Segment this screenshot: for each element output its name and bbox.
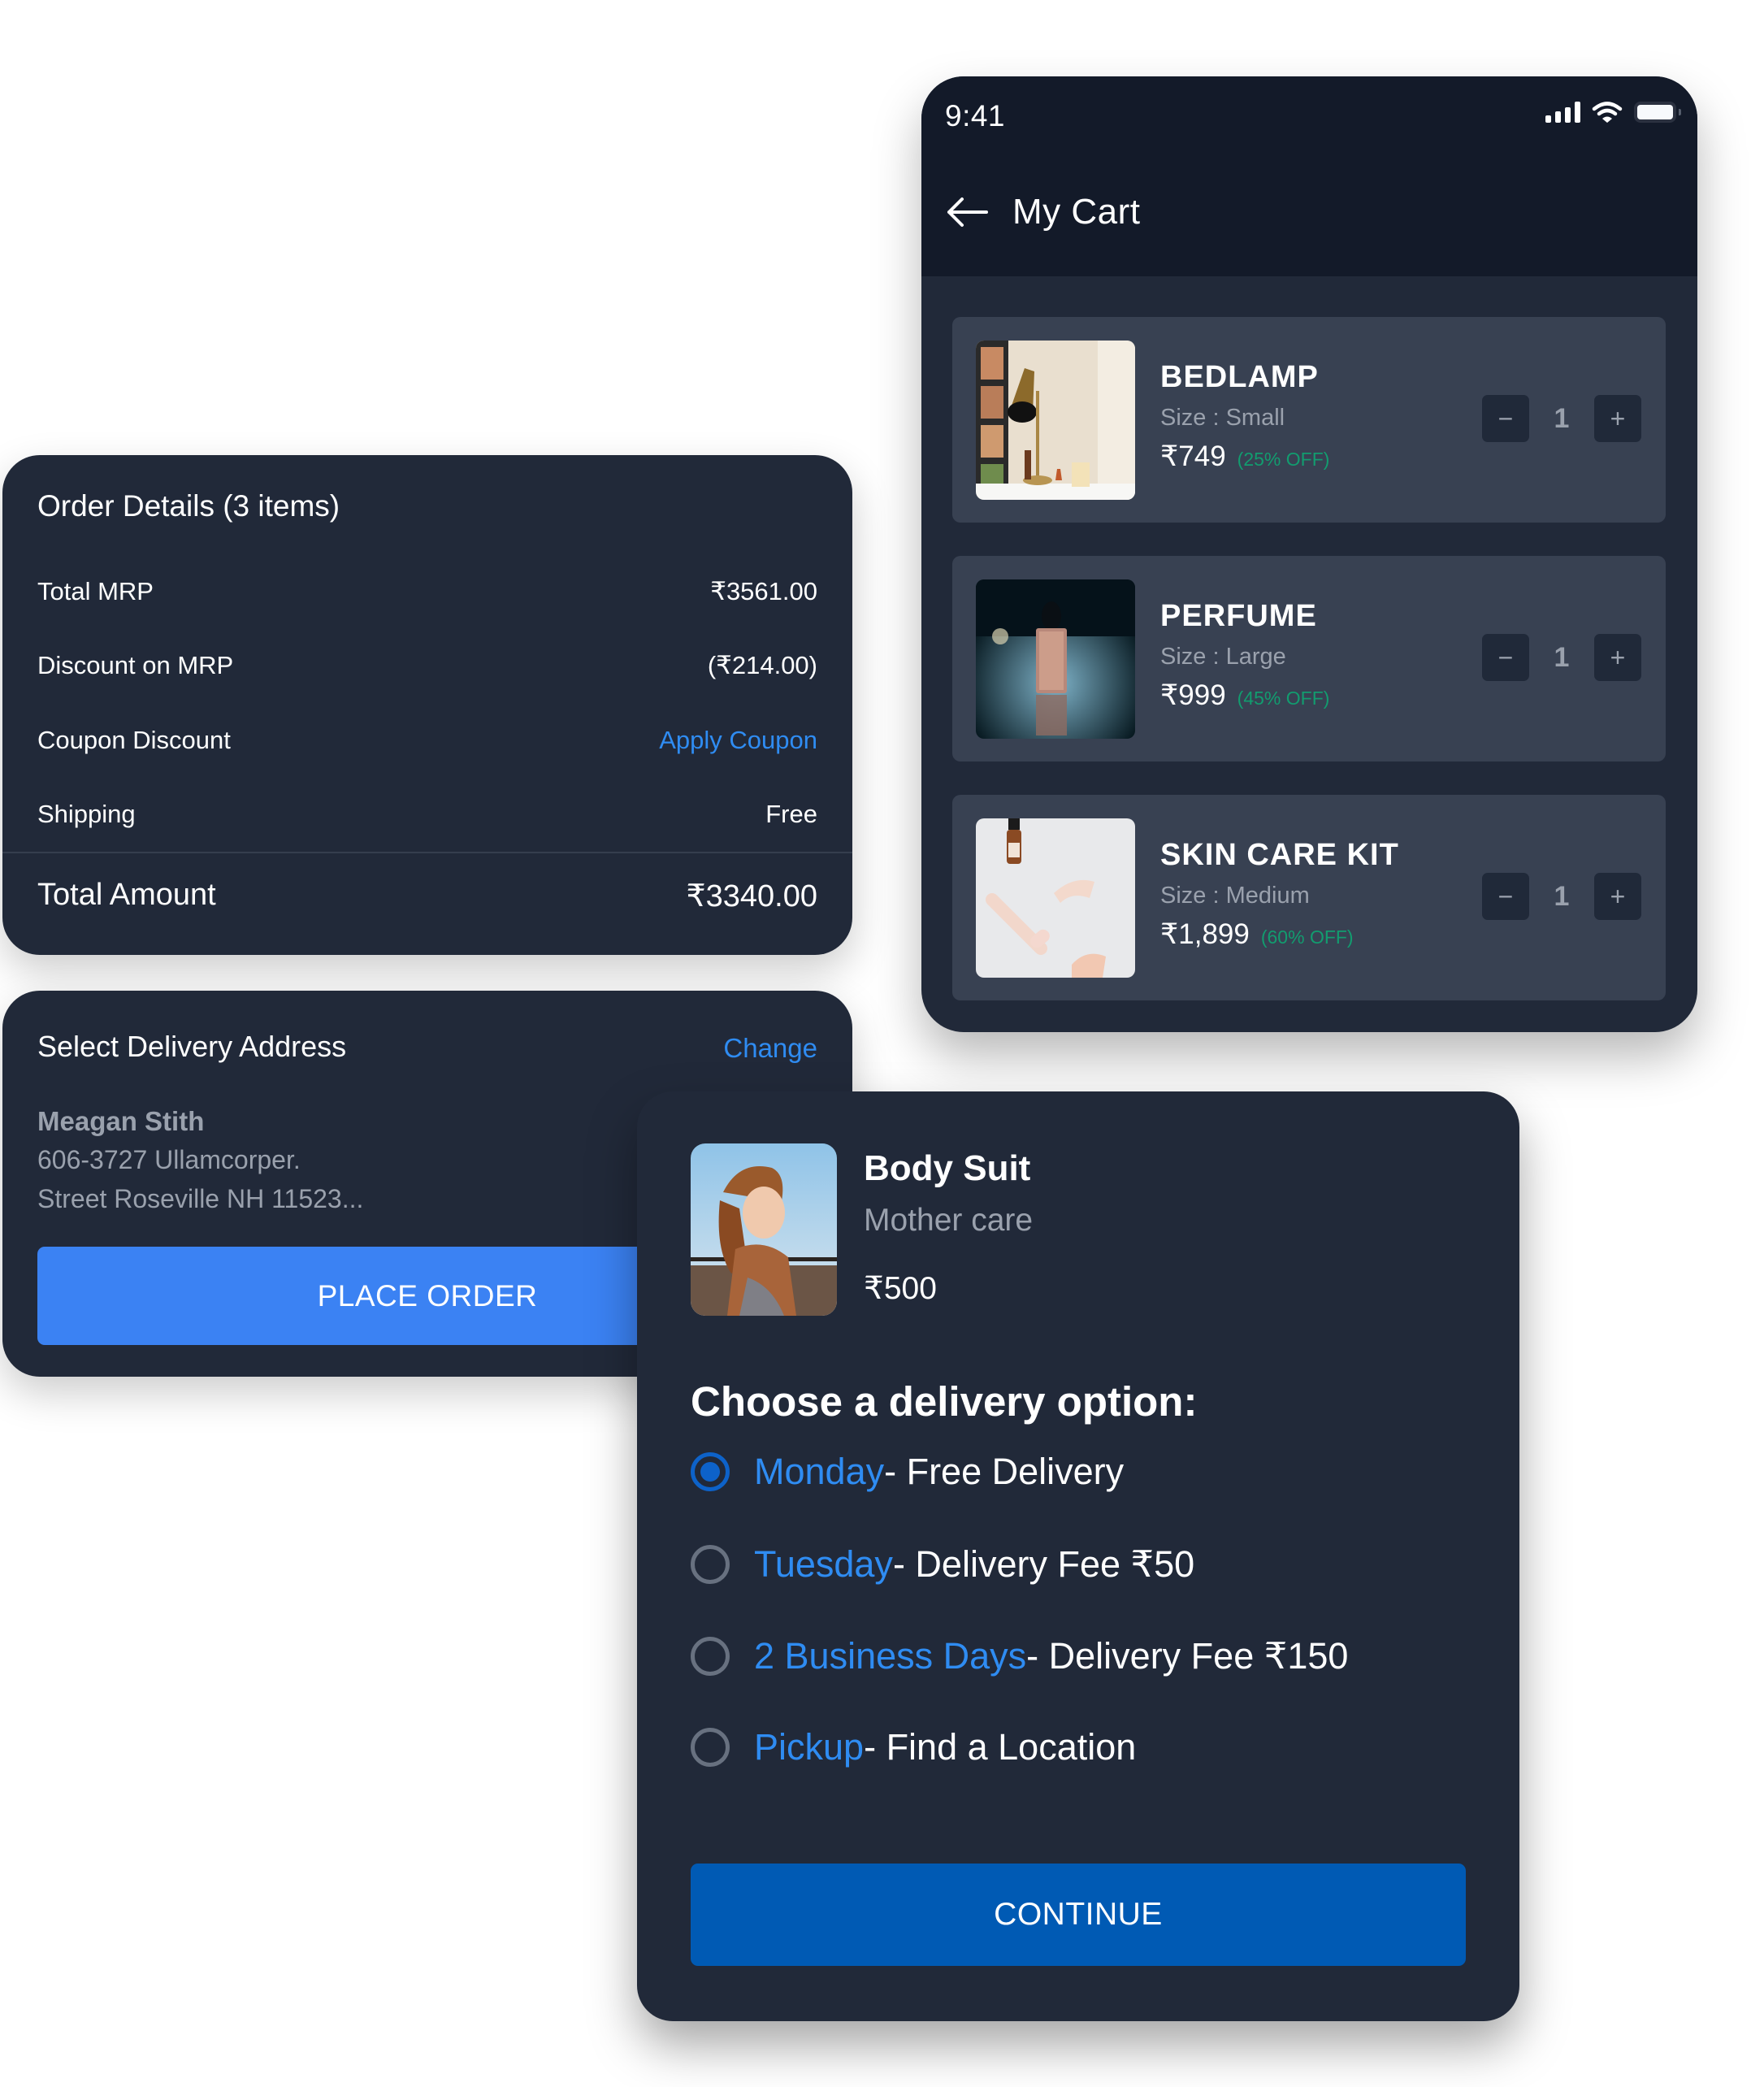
order-row-coupon: Coupon Discount Apply Coupon bbox=[37, 726, 817, 755]
quantity-stepper: − 1 + bbox=[1482, 634, 1641, 681]
row-label: Coupon Discount bbox=[37, 726, 231, 754]
row-value: (₹214.00) bbox=[707, 651, 817, 679]
row-label: Total MRP bbox=[37, 577, 154, 605]
delivery-option-pickup[interactable]: Pickup - Find a Location bbox=[691, 1726, 1136, 1768]
cart-item: SKIN CARE KIT Size : Medium ₹1,899 (60% … bbox=[952, 795, 1666, 1000]
cart-item: PERFUME Size : Large ₹999 (45% OFF) − 1 … bbox=[952, 556, 1666, 761]
option-text: - Free Delivery bbox=[884, 1451, 1125, 1492]
item-size: Size : Medium bbox=[1160, 883, 1310, 909]
wifi-icon bbox=[1592, 102, 1623, 123]
item-discount: (60% OFF) bbox=[1260, 926, 1354, 948]
option-highlight: 2 Business Days bbox=[754, 1634, 1027, 1677]
row-label: Discount on MRP bbox=[37, 651, 234, 679]
row-value: ₹3561.00 bbox=[710, 577, 817, 605]
address-line-2: Street Roseville NH 11523... bbox=[37, 1184, 364, 1213]
product-name: Body Suit bbox=[864, 1148, 1031, 1188]
option-text: - Delivery Fee ₹50 bbox=[892, 1543, 1195, 1585]
item-discount: (45% OFF) bbox=[1237, 688, 1330, 709]
divider bbox=[2, 852, 852, 853]
status-time: 9:41 bbox=[945, 99, 1006, 132]
bedlamp-image bbox=[976, 341, 1135, 500]
item-name: PERFUME bbox=[1160, 599, 1317, 633]
increment-button[interactable]: + bbox=[1594, 395, 1641, 442]
item-price: ₹1,899 bbox=[1160, 918, 1250, 950]
order-details-title: Order Details (3 items) bbox=[37, 489, 340, 523]
item-price: ₹999 bbox=[1160, 679, 1226, 711]
total-value: ₹3340.00 bbox=[686, 879, 817, 913]
order-row-total-mrp: Total MRP ₹3561.00 bbox=[37, 577, 817, 606]
product-price: ₹500 bbox=[864, 1271, 937, 1306]
radio-unselected-icon[interactable] bbox=[691, 1728, 730, 1767]
increment-button[interactable]: + bbox=[1594, 634, 1641, 681]
address-line-1: 606-3727 Ullamcorper. bbox=[37, 1145, 301, 1174]
quantity-value: 1 bbox=[1554, 880, 1570, 912]
radio-unselected-icon[interactable] bbox=[691, 1544, 730, 1584]
page-title: My Cart bbox=[1012, 192, 1141, 232]
quantity-value: 1 bbox=[1554, 402, 1570, 434]
item-name: SKIN CARE KIT bbox=[1160, 838, 1399, 872]
quantity-value: 1 bbox=[1554, 641, 1570, 673]
radio-unselected-icon[interactable] bbox=[691, 1636, 730, 1676]
option-highlight: Tuesday bbox=[754, 1542, 893, 1585]
delivery-option-2-business-days[interactable]: 2 Business Days - Delivery Fee ₹150 bbox=[691, 1634, 1348, 1677]
item-name: BEDLAMP bbox=[1160, 360, 1319, 394]
continue-button[interactable]: CONTINUE bbox=[691, 1864, 1466, 1966]
row-value: Free bbox=[765, 800, 817, 828]
perfume-image bbox=[976, 579, 1135, 739]
delivery-option-tuesday[interactable]: Tuesday - Delivery Fee ₹50 bbox=[691, 1542, 1194, 1586]
battery-icon bbox=[1634, 102, 1681, 123]
cart-screen: 9:41 My Cart BEDLAMP Size: Small ₹749 (… bbox=[921, 76, 1697, 1032]
back-arrow-icon[interactable] bbox=[946, 196, 990, 228]
quantity-stepper: − 1 + bbox=[1482, 873, 1641, 920]
cart-item: BEDLAMP Size : Small ₹749 (25% OFF) − 1 … bbox=[952, 317, 1666, 523]
item-price: ₹749 bbox=[1160, 440, 1226, 472]
delivery-option-monday[interactable]: Monday - Free Delivery bbox=[691, 1451, 1124, 1493]
order-details-card: Order Details (3 items) Total MRP ₹3561.… bbox=[2, 455, 852, 955]
apply-coupon-link[interactable]: Apply Coupon bbox=[659, 726, 817, 755]
body-suit-image bbox=[691, 1143, 837, 1316]
radio-selected-icon[interactable] bbox=[691, 1452, 730, 1491]
order-row-discount: Discount on MRP (₹214.00) bbox=[37, 651, 817, 680]
skin-care-kit-image bbox=[976, 818, 1135, 978]
quantity-stepper: − 1 + bbox=[1482, 395, 1641, 442]
total-label: Total Amount bbox=[37, 878, 216, 912]
delivery-heading: Choose a delivery option: bbox=[691, 1378, 1198, 1425]
recipient-name: Meagan Stith bbox=[37, 1106, 205, 1136]
change-address-link[interactable]: Change bbox=[723, 1033, 817, 1064]
item-size: Size : Large bbox=[1160, 644, 1286, 670]
option-text: - Delivery Fee ₹150 bbox=[1026, 1635, 1349, 1677]
order-total-row: Total Amount ₹3340.00 bbox=[37, 878, 817, 914]
status-icons bbox=[1545, 101, 1681, 124]
decrement-button[interactable]: − bbox=[1482, 395, 1529, 442]
app-header: 9:41 My Cart bbox=[921, 76, 1697, 276]
increment-button[interactable]: + bbox=[1594, 873, 1641, 920]
option-highlight: Pickup bbox=[754, 1726, 865, 1768]
order-row-shipping: Shipping Free bbox=[37, 800, 817, 829]
item-discount: (25% OFF) bbox=[1237, 449, 1330, 470]
option-text: - Find a Location bbox=[864, 1726, 1137, 1768]
address-title: Select Delivery Address bbox=[37, 1030, 347, 1063]
option-highlight: Monday bbox=[754, 1451, 885, 1492]
product-brand: Mother care bbox=[864, 1203, 1034, 1238]
signal-icon bbox=[1545, 102, 1580, 123]
item-size: Size : Small bbox=[1160, 405, 1285, 431]
delivery-option-card: Body Suit Mother care ₹500 Choose a deli… bbox=[637, 1091, 1519, 2021]
decrement-button[interactable]: − bbox=[1482, 634, 1529, 681]
decrement-button[interactable]: − bbox=[1482, 873, 1529, 920]
row-label: Shipping bbox=[37, 800, 136, 828]
